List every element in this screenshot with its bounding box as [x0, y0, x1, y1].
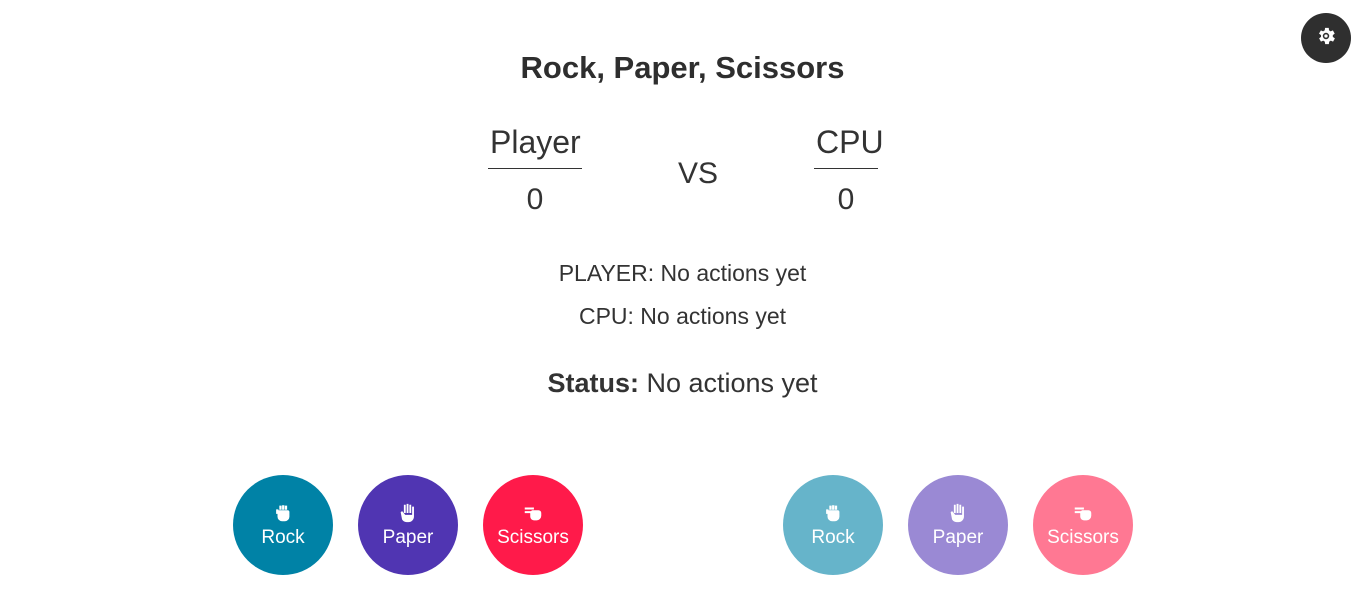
fist-icon	[272, 502, 294, 524]
cpu-rock-button: Rock	[783, 475, 883, 575]
player-scissors-button[interactable]: Scissors	[483, 475, 583, 575]
scissors-hand-icon	[1072, 502, 1094, 524]
choice-label: Rock	[261, 526, 305, 548]
cpu-name: CPU	[814, 122, 884, 169]
player-score-panel: Player 0	[488, 122, 582, 217]
choice-label: Scissors	[1047, 526, 1119, 548]
player-name: Player	[488, 122, 582, 169]
player-paper-button[interactable]: Paper	[358, 475, 458, 575]
choice-label: Paper	[932, 526, 984, 548]
cpu-score-panel: CPU 0	[814, 122, 884, 217]
cpu-paper-button: Paper	[908, 475, 1008, 575]
vs-label: VS	[677, 157, 719, 190]
fist-icon	[822, 502, 844, 524]
game-page: Rock, Paper, Scissors Player 0 VS CPU 0 …	[0, 0, 1365, 615]
game-title: Rock, Paper, Scissors	[520, 50, 845, 85]
cpu-score: 0	[837, 183, 855, 216]
choice-label: Rock	[811, 526, 855, 548]
gear-icon	[1315, 25, 1337, 52]
scissors-hand-icon	[522, 502, 544, 524]
choice-label: Scissors	[497, 526, 569, 548]
status-line: Status: No actions yet	[0, 365, 1365, 401]
status-label: Status:	[547, 368, 639, 398]
cpu-scissors-button: Scissors	[1033, 475, 1133, 575]
player-score: 0	[526, 183, 544, 216]
status-value: No actions yet	[638, 368, 818, 398]
cpu-action-text: CPU: No actions yet	[578, 303, 787, 329]
open-hand-icon	[397, 502, 419, 524]
player-action-text: PLAYER: No actions yet	[558, 260, 807, 286]
open-hand-icon	[947, 502, 969, 524]
choice-label: Paper	[382, 526, 434, 548]
player-rock-button[interactable]: Rock	[233, 475, 333, 575]
